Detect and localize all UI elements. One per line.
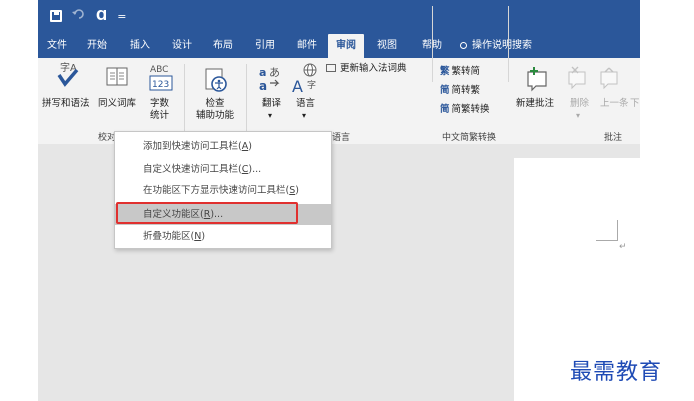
group-separator <box>246 64 247 140</box>
word-count-line2: 统计 <box>150 110 170 121</box>
menu-item-suffix: )... <box>248 164 262 175</box>
word-count-button[interactable]: 字数 统计 <box>150 98 169 122</box>
group-separator <box>432 6 433 82</box>
tab-review[interactable]: 审阅 <box>328 34 364 58</box>
previous-comment-button[interactable]: 上一条 <box>600 98 629 110</box>
tab-file[interactable]: 文件 <box>38 34 76 58</box>
save-icon[interactable] <box>50 10 62 22</box>
undo-icon[interactable] <box>72 8 86 24</box>
accessibility-check-icon <box>204 68 230 98</box>
menu-item-suffix: ) <box>248 141 252 152</box>
tab-insert[interactable]: 插入 <box>118 34 162 58</box>
margin-crop-mark <box>596 240 618 241</box>
tab-home[interactable]: 开始 <box>76 34 118 58</box>
simplified-icon: 简 <box>440 85 450 96</box>
thesaurus-button[interactable]: 同义词库 <box>98 98 136 110</box>
word-count-line1: 字数 <box>150 98 170 109</box>
group-separator <box>184 64 185 140</box>
svg-text:ABC: ABC <box>150 65 168 75</box>
translate-button[interactable]: 翻译 <box>262 98 281 110</box>
svg-text:a: a <box>259 79 267 93</box>
translate-icon: a あ a <box>258 64 284 98</box>
to-simplified-button[interactable]: 简简转繁 <box>440 85 480 97</box>
menu-item-collapse-ribbon[interactable]: 折叠功能区(N) <box>115 226 331 247</box>
tab-tell-me[interactable]: 操作说明搜索 <box>454 34 564 58</box>
chinese-conversion-group-label: 中文简繁转换 <box>442 133 497 143</box>
spelling-grammar-icon: 字A <box>54 60 82 94</box>
language-group-label: 语言 <box>332 133 351 143</box>
language-icon: A 字 <box>290 62 320 98</box>
menu-item-label: 添加到快速访问工具栏( <box>143 141 242 152</box>
highlight-annotation-box <box>116 202 298 224</box>
check-accessibility-button[interactable]: 检查 辅助功能 <box>196 98 234 122</box>
language-button[interactable]: 语言 <box>296 98 315 110</box>
translate-dropdown-icon[interactable]: ▾ <box>268 110 272 122</box>
watermark-text: 最需教育 <box>570 360 663 385</box>
word-count-icon: ABC 123 <box>148 62 174 98</box>
comments-group-label: 批注 <box>604 133 623 143</box>
menu-item-label: 折叠功能区( <box>143 231 195 242</box>
tab-view[interactable]: 视图 <box>364 34 410 58</box>
to-simplified-label: 简转繁 <box>451 85 481 96</box>
menu-item-label: 自定义快速访问工具栏( <box>143 164 242 175</box>
update-ime-label: 更新输入法词典 <box>340 63 407 74</box>
menu-item-add-to-qat[interactable]: 添加到快速访问工具栏(A) <box>115 136 331 157</box>
customize-qat-icon[interactable]: = <box>117 10 126 23</box>
convert-icon: 简 <box>440 104 450 115</box>
group-separator <box>508 6 509 82</box>
redo-icon[interactable]: Ɑ <box>96 9 107 24</box>
menu-item-show-qat-below[interactable]: 在功能区下方显示快速访问工具栏(S) <box>115 180 331 201</box>
svg-text:a: a <box>259 66 266 79</box>
new-comment-button[interactable]: 新建批注 <box>516 98 554 110</box>
ribbon-tabs: 文件 开始 插入 设计 布局 引用 邮件 审阅 视图 帮助 操作说明搜索 <box>38 32 640 58</box>
traditional-icon: 繁 <box>440 66 450 77</box>
tab-layout[interactable]: 布局 <box>202 34 244 58</box>
margin-crop-mark <box>617 220 618 240</box>
paragraph-mark-icon: ↵ <box>619 242 627 252</box>
next-comment-button[interactable]: 下 <box>630 98 640 110</box>
svg-text:あ: あ <box>269 66 280 79</box>
quick-access-toolbar: Ɑ = <box>38 4 126 28</box>
delete-comment-icon <box>566 66 588 94</box>
menu-item-customize-qat[interactable]: 自定义快速访问工具栏(C)... <box>115 159 331 180</box>
to-traditional-label: 繁转简 <box>451 66 481 77</box>
menu-item-suffix: ) <box>201 231 206 242</box>
svg-text:字: 字 <box>307 79 316 91</box>
ribbon-context-menu: 添加到快速访问工具栏(A) 自定义快速访问工具栏(C)... 在功能区下方显示快… <box>114 131 332 249</box>
menu-item-label: 在功能区下方显示快速访问工具栏( <box>143 185 290 196</box>
menu-item-suffix: ) <box>295 185 299 196</box>
delete-comment-button[interactable]: 删除 <box>570 98 589 110</box>
svg-text:A: A <box>292 77 303 94</box>
convert-button[interactable]: 简简繁转换 <box>440 104 490 116</box>
tab-mailings[interactable]: 邮件 <box>286 34 328 58</box>
check-accessibility-line2: 辅助功能 <box>196 110 235 121</box>
thesaurus-icon <box>106 66 128 92</box>
language-dropdown-icon[interactable]: ▾ <box>302 110 306 122</box>
tab-references[interactable]: 引用 <box>244 34 286 58</box>
previous-comment-icon <box>598 66 620 94</box>
check-accessibility-line1: 检查 <box>205 98 225 109</box>
new-comment-icon <box>524 64 550 96</box>
delete-dropdown-icon[interactable]: ▾ <box>576 110 580 122</box>
tell-me-label: 操作说明搜索 <box>472 40 532 51</box>
lightbulb-icon <box>460 42 467 49</box>
ime-dictionary-icon <box>326 64 336 72</box>
convert-label: 简繁转换 <box>451 104 490 115</box>
tab-design[interactable]: 设计 <box>162 34 202 58</box>
to-traditional-button[interactable]: 繁繁转简 <box>440 66 480 78</box>
update-ime-button[interactable]: 更新输入法词典 <box>326 63 407 75</box>
svg-text:123: 123 <box>152 80 169 90</box>
spelling-grammar-button[interactable]: 拼写和语法 <box>42 98 90 110</box>
